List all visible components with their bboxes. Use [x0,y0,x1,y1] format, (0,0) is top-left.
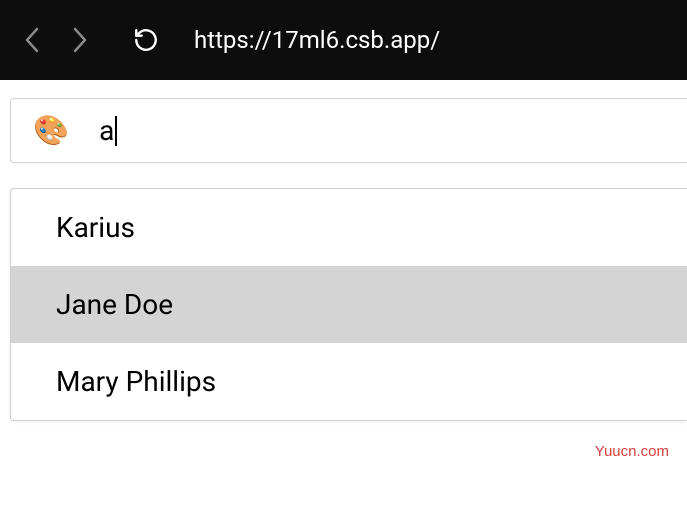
autocomplete-dropdown: Karius Jane Doe Mary Phillips [10,188,687,421]
search-value: a [99,114,114,147]
suggestion-item[interactable]: Karius [11,189,687,266]
refresh-button[interactable] [126,20,166,60]
palette-icon: 🎨 [33,114,69,148]
search-field[interactable]: a [99,114,117,147]
autocomplete-input[interactable]: 🎨 a [10,98,687,163]
text-cursor [115,116,117,146]
suggestion-item[interactable]: Mary Phillips [11,343,687,420]
url-text: https://17ml6.csb.app/ [194,26,440,54]
suggestion-item[interactable]: Jane Doe [11,266,687,343]
chevron-left-icon [24,27,40,53]
page-content: 🎨 a Karius Jane Doe Mary Phillips [0,80,687,421]
suggestion-label: Jane Doe [56,288,173,321]
suggestion-label: Karius [56,211,135,244]
chevron-right-icon [72,27,88,53]
suggestion-label: Mary Phillips [56,365,216,398]
address-bar[interactable]: https://17ml6.csb.app/ [194,26,675,54]
forward-button[interactable] [60,20,100,60]
watermark: Yuucn.com [595,443,669,460]
refresh-icon [133,27,159,53]
browser-toolbar: https://17ml6.csb.app/ [0,0,687,80]
back-button[interactable] [12,20,52,60]
